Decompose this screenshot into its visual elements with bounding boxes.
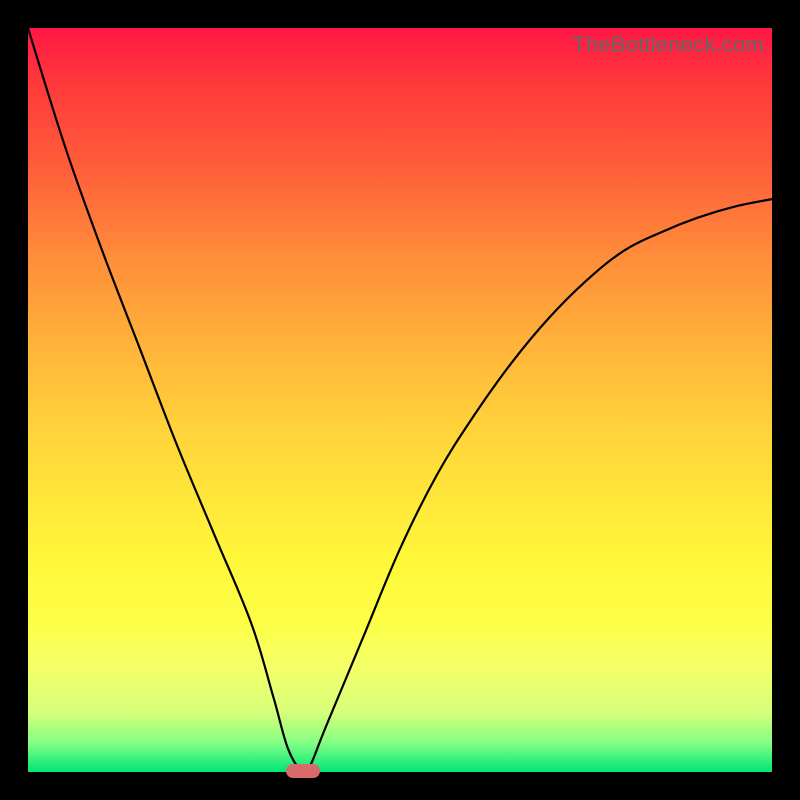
optimal-marker <box>286 764 320 778</box>
plot-area: TheBottleneck.com <box>28 28 772 772</box>
chart-frame: TheBottleneck.com <box>0 0 800 800</box>
bottleneck-curve <box>28 28 772 772</box>
